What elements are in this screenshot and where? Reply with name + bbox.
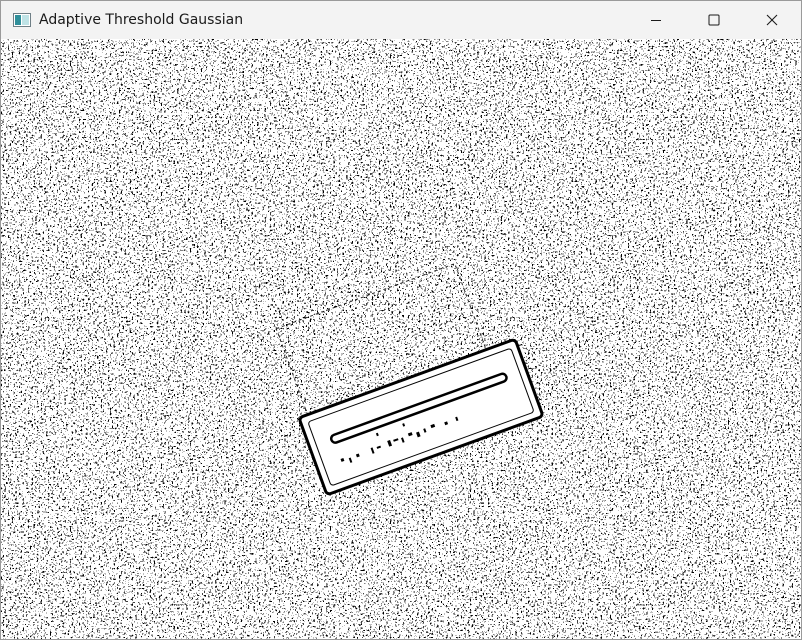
close-icon	[766, 14, 778, 26]
close-button[interactable]	[743, 1, 801, 39]
minimize-icon	[651, 20, 661, 21]
noise-texture	[1, 39, 801, 639]
title-bar[interactable]: Adaptive Threshold Gaussian	[1, 1, 801, 39]
window-controls	[627, 1, 801, 39]
app-window-icon	[13, 13, 31, 27]
minimize-button[interactable]	[627, 1, 685, 39]
maximize-button[interactable]	[685, 1, 743, 39]
maximize-icon	[708, 14, 720, 26]
window-title: Adaptive Threshold Gaussian	[39, 12, 244, 28]
app-window: Adaptive Threshold Gaussian	[0, 0, 802, 640]
thresholded-image	[1, 39, 801, 639]
image-view	[1, 39, 801, 639]
